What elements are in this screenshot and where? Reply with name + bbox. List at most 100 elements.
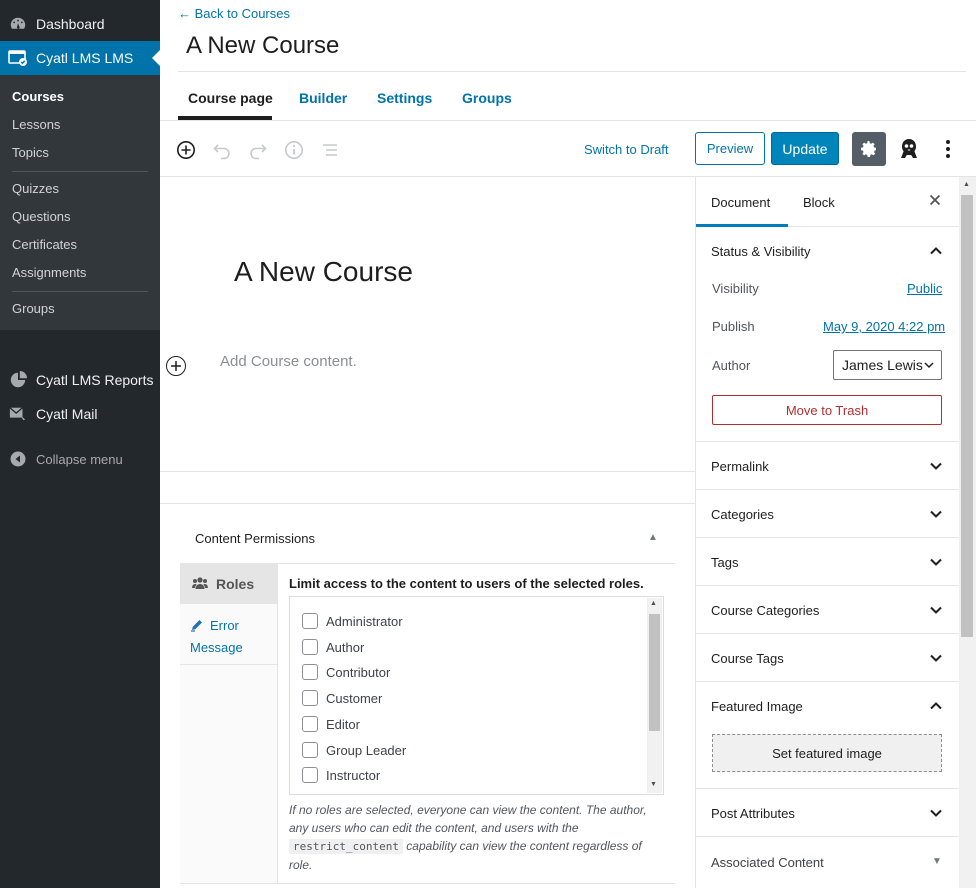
role-checkbox-author[interactable]: Author (302, 639, 364, 655)
outline-icon[interactable] (319, 139, 341, 161)
author-select[interactable]: James Lewis (833, 350, 942, 380)
submenu-courses[interactable]: Courses (12, 89, 64, 104)
checkbox[interactable] (302, 664, 318, 680)
sidebar-scrollbar-thumb[interactable] (961, 195, 973, 637)
permissions-tab-list (180, 564, 278, 884)
submenu-certificates[interactable]: Certificates (12, 237, 77, 252)
divider (696, 441, 959, 442)
chevron-down-icon[interactable] (928, 458, 944, 474)
menu-item-mail[interactable]: Cyatl Mail (0, 398, 160, 430)
submenu-quizzes[interactable]: Quizzes (12, 181, 59, 196)
checkbox[interactable] (302, 716, 318, 732)
add-block-icon[interactable] (175, 139, 197, 161)
role-checkbox-editor[interactable]: Editor (302, 716, 360, 732)
checkbox[interactable] (302, 613, 318, 629)
role-checkbox-customer[interactable]: Customer (302, 690, 382, 706)
tab-groups[interactable]: Groups (462, 90, 512, 106)
role-checkbox-contributor[interactable]: Contributor (302, 664, 390, 680)
switch-to-draft-button[interactable]: Switch to Draft (584, 142, 669, 157)
checkbox[interactable] (302, 639, 318, 655)
submenu-questions[interactable]: Questions (12, 209, 71, 224)
collapse-menu[interactable]: Collapse menu (0, 444, 160, 474)
roles-scrollbar-thumb[interactable] (649, 614, 660, 731)
panel-associated-content[interactable]: Associated Content (711, 855, 824, 870)
settings-gear-icon[interactable] (852, 132, 886, 166)
divider (696, 836, 959, 837)
role-checkbox-group-leader[interactable]: Group Leader (302, 742, 406, 758)
panel-categories[interactable]: Categories (711, 507, 774, 522)
submenu-assignments[interactable]: Assignments (12, 265, 86, 280)
divider (696, 633, 959, 634)
role-label: Instructor (326, 767, 381, 783)
visibility-value-link[interactable]: Public (907, 281, 942, 296)
chevron-down-icon[interactable] (928, 602, 944, 618)
chevron-down-icon[interactable] (928, 805, 944, 821)
checkbox[interactable] (302, 742, 318, 758)
scroll-up-arrow-icon[interactable]: ▲ (963, 181, 970, 188)
author-label: Author (712, 358, 751, 373)
role-checkbox-administrator[interactable]: Administrator (302, 613, 403, 629)
content-placeholder[interactable]: Add Course content. (220, 353, 357, 370)
checkbox[interactable] (302, 690, 318, 706)
panel-post-attributes[interactable]: Post Attributes (711, 806, 795, 821)
scroll-down-arrow-icon[interactable]: ▼ (650, 781, 657, 788)
tab-error-message[interactable]: Error Message (190, 616, 270, 658)
divider (178, 71, 966, 72)
tab-roles[interactable]: Roles (180, 564, 278, 604)
menu-item-dashboard[interactable]: Dashboard (0, 8, 160, 40)
page-title: A New Course (186, 32, 340, 59)
info-icon[interactable] (283, 139, 305, 161)
panel-course-categories[interactable]: Course Categories (711, 603, 819, 618)
collapse-toggle-icon[interactable]: ▲ (648, 532, 658, 543)
set-featured-image-button[interactable]: Set featured image (712, 734, 942, 772)
back-to-courses-link[interactable]: ← Back to Courses (178, 6, 290, 21)
preview-button[interactable]: Preview (695, 132, 765, 165)
close-icon[interactable] (928, 193, 942, 212)
roles-list[interactable]: Administrator Author Contributor Custome… (289, 596, 664, 795)
plugin-bird-icon[interactable] (896, 136, 922, 162)
panel-permalink[interactable]: Permalink (711, 459, 769, 474)
chevron-up-icon[interactable] (928, 698, 944, 714)
publish-date-link[interactable]: May 9, 2020 4:22 pm (823, 319, 945, 334)
tab-block[interactable]: Block (803, 195, 835, 210)
panel-status-visibility[interactable]: Status & Visibility (711, 244, 810, 259)
panel-tags[interactable]: Tags (711, 555, 738, 570)
undo-icon[interactable] (211, 139, 233, 161)
expand-arrow-icon[interactable]: ▼ (932, 856, 942, 867)
post-title[interactable]: A New Course (234, 256, 413, 288)
chevron-down-icon[interactable] (928, 650, 944, 666)
capability-code: restrict_content (289, 839, 403, 854)
chevron-down-icon[interactable] (928, 506, 944, 522)
menu-label-reports: Cyatl LMS Reports (36, 372, 154, 388)
checkbox[interactable] (302, 767, 318, 783)
more-options-icon[interactable] (940, 136, 956, 162)
users-icon (192, 576, 208, 593)
publish-label: Publish (712, 319, 755, 334)
redo-icon[interactable] (247, 139, 269, 161)
move-to-trash-button[interactable]: Move to Trash (712, 395, 942, 425)
chevron-down-icon[interactable] (928, 554, 944, 570)
tab-document[interactable]: Document (711, 195, 770, 210)
submenu-groups[interactable]: Groups (12, 301, 55, 316)
chevron-up-icon[interactable] (928, 243, 944, 259)
tab-course-page[interactable]: Course page (188, 90, 273, 106)
chevron-down-icon (924, 362, 934, 369)
role-checkbox-instructor[interactable]: Instructor (302, 767, 380, 783)
submenu-lessons[interactable]: Lessons (12, 117, 60, 132)
divider (696, 585, 959, 586)
tab-builder[interactable]: Builder (299, 90, 347, 106)
tab-settings[interactable]: Settings (377, 90, 432, 106)
menu-label-lms: Cyatl LMS LMS (36, 50, 134, 66)
scroll-up-arrow-icon[interactable]: ▲ (650, 600, 657, 607)
divider (696, 788, 959, 789)
submenu-topics[interactable]: Topics (12, 145, 49, 160)
panel-featured-image[interactable]: Featured Image (711, 699, 803, 714)
tab-roles-label: Roles (216, 576, 255, 592)
menu-item-reports[interactable]: Cyatl LMS Reports (0, 364, 160, 396)
panel-course-tags[interactable]: Course Tags (711, 651, 784, 666)
update-button[interactable]: Update (771, 132, 839, 165)
role-label: Author (326, 639, 365, 655)
menu-item-lms[interactable]: Cyatl LMS LMS (0, 41, 160, 75)
role-label: Group Leader (326, 742, 407, 758)
inline-add-block-icon[interactable] (166, 356, 186, 376)
